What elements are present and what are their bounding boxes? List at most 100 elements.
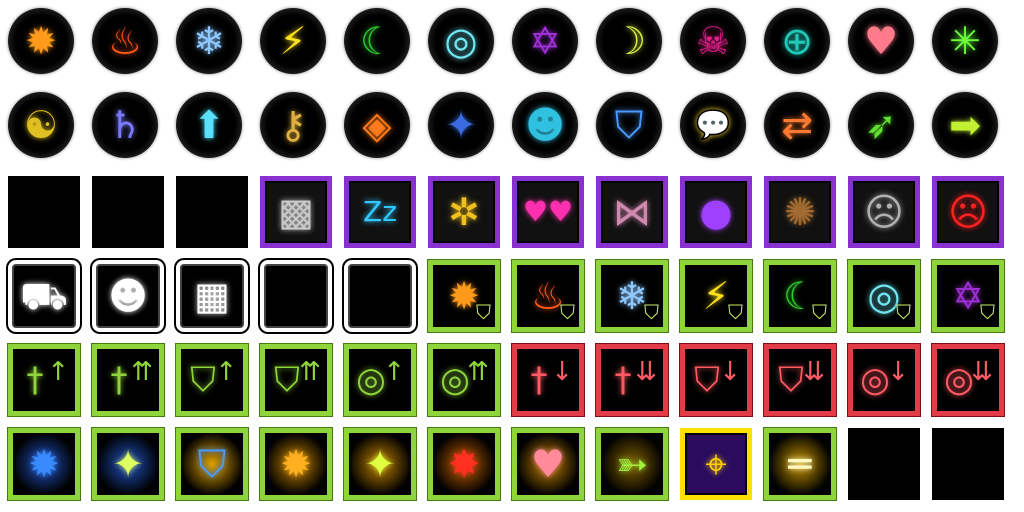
radiant-heart-icon: ♥ [530,442,566,486]
up-arrow-sparkle-icon: ⬆ [193,103,225,147]
wind-crescent-icon: ☾ [359,19,395,63]
icon-tile-empty-slot [8,176,80,248]
orange-slash-burst-icon: ✹ [25,19,57,63]
chain-net-icon: ⋈ [613,190,651,234]
icon-tile-blue-burst-orb-icon: ✹ [8,428,80,500]
arrow-up-icon: ⇈ [299,357,321,387]
right-arrow-icon: ➡ [949,103,981,147]
pentagram-seal-icon: ✡ [529,19,561,63]
cyan-rings-icon: ◎ [444,19,478,63]
teal-ring-target-icon: ⊕ [781,19,813,63]
defense-down-2-icon: ⛉ [778,360,804,400]
icon-tile-attack-up-icon: † ↑ [8,344,80,416]
attack-up-icon: † [26,360,44,400]
icon-tile-zzz-sleep-icon: Zz [344,176,416,248]
radiant-burst-icon: ✹ [280,442,312,486]
icon-tile-green-sparkle-icon: ✳ [932,8,998,74]
icon-tile-golden-shield-orb-icon: ⛉ [176,428,248,500]
fire-icon: ♨ [107,19,143,63]
icon-tile-teal-ring-target-icon: ⊕ [764,8,830,74]
icon-tile-ring-up-2-icon: ◎ ⇈ [428,344,500,416]
icon-tile-snowflake-shield-icon: ❄ ⛉ [596,260,668,332]
icon-tile-empty-slot [92,176,164,248]
icon-tile-moon-stars-icon: ☽ [596,8,662,74]
icon-tile-yin-yang-swirl-icon: ☯ [8,92,74,158]
icon-tile-rings-shield-icon: ◎ ⛉ [848,260,920,332]
swap-people-icon: ⇄ [781,103,813,147]
ring-down-2-icon: ◎ [944,360,974,400]
arrow-up-icon: ↑ [215,357,237,387]
icon-tile-gray-person-icon: ☹ [848,176,920,248]
arrow-aura-icon: ➳ [616,442,648,486]
checker-wave-icon: ▩ [278,190,314,234]
icon-tile-pink-hearts-icon: ♥♥ [512,176,584,248]
icon-tile-orange-diamonds-icon: ◈ [344,92,410,158]
ring-up-icon: ◎ [356,360,386,400]
icon-tile-key-icon: ⚷ [260,92,326,158]
icon-tile-ring-up-icon: ◎ ↑ [344,344,416,416]
skull-icon: ☠ [695,19,731,63]
shopping-cart-icon: ⛟ [20,274,68,318]
icon-tile-cat-faces-icon: ☻ [512,92,578,158]
icon-tile-lightning-icon: ⚡ [260,8,326,74]
crosshair-burst-icon: ⌖ [705,442,727,486]
defense-up-2-icon: ⛉ [274,360,300,400]
brown-splat-icon: ✺ [784,190,816,234]
icon-tile-snowflake-icon: ❄ [176,8,242,74]
icon-tile-radiant-sparkle-icon: ✦ [344,428,416,500]
icon-sprite-sheet: ✹ ♨ ❄ ⚡ ☾ ◎ ✡ ☽ ☠ ⊕ ♥ ✳ ☯ ♄ ⬆ ⚷ ◈ ✦ ☻ ⛉ 💬 ⇄ ➶ ➡ ▩ Zz ✲ ♥♥ ⋈ ● ✺ ☹ ☹ ⛟ ☻ ▦ ✹ ⛉… [0,0,1024,512]
golden-beam-icon: ═ [788,442,812,486]
icon-tile-crosshair-burst-icon: ⌖ [680,428,752,500]
icon-tile-arrow-aura-icon: ➳ [596,428,668,500]
lightning-icon: ⚡ [279,19,307,63]
icon-tile-tornado-stars-icon: ✲ [428,176,500,248]
shield-badge-icon: ⛉ [476,300,491,324]
shield-badge-icon: ⛉ [812,300,827,324]
icon-tile-red-person-icon: ☹ [932,176,1004,248]
zzz-sleep-icon: Zz [363,195,397,228]
defense-down-icon: ⛉ [694,360,720,400]
icon-tile-empty-slot [176,176,248,248]
explosion-icon: ✸ [448,442,480,486]
arrow-down-icon: ↓ [551,357,573,387]
icon-tile-ring-down-2-icon: ◎ ⇊ [932,344,1004,416]
icon-tile-demon-face-icon: ☻ [92,260,164,332]
icon-tile-fire-shield-icon: ♨ ⛉ [512,260,584,332]
lightning-shield-icon: ⚡ [702,274,730,318]
icon-tile-pentagram-shield-icon: ✡ ⛉ [932,260,1004,332]
tornado-stars-icon: ✲ [448,190,480,234]
icon-tile-speech-bubble-icon: 💬 [680,92,746,158]
icon-tile-checker-wave-icon: ▩ [260,176,332,248]
shield-badge-icon: ⛉ [980,300,995,324]
icon-tile-pentagram-seal-icon: ✡ [512,8,578,74]
arrow-up-icon: ⇈ [131,357,153,387]
running-man-icon: ➶ [865,103,897,147]
saturn-symbol-icon: ♄ [107,103,143,147]
arrow-down-icon: ⇊ [635,357,657,387]
icon-tile-heart-icon: ♥ [848,8,914,74]
icon-tile-running-man-icon: ➶ [848,92,914,158]
pink-hearts-icon: ♥♥ [522,195,574,228]
gray-person-icon: ☹ [864,190,904,234]
defense-up-icon: ⛉ [190,360,216,400]
icon-tile-defense-up-icon: ⛉ ↑ [176,344,248,416]
icon-tile-attack-down-2-icon: † ⇊ [596,344,668,416]
arrow-down-icon: ↓ [887,357,909,387]
icon-tile-empty-slot [848,428,920,500]
blue-sparkle-orb-icon: ✦ [112,442,144,486]
shield-icon: ⛉ [614,103,644,147]
icon-tile-up-arrow-sparkle-icon: ⬆ [176,92,242,158]
qr-grid-icon: ▦ [194,274,230,318]
icon-tile-chain-net-icon: ⋈ [596,176,668,248]
key-icon: ⚷ [279,103,307,147]
icon-tile-blue-compass-icon: ✦ [428,92,494,158]
blue-compass-icon: ✦ [445,103,477,147]
icon-tile-blank-white-frame [260,260,332,332]
icon-tile-radiant-burst-icon: ✹ [260,428,332,500]
shield-badge-icon: ⛉ [896,300,911,324]
icon-tile-orange-slash-burst-icon: ✹ [8,8,74,74]
yin-yang-swirl-icon: ☯ [23,103,59,147]
arrow-up-icon: ⇈ [467,357,489,387]
speech-bubble-icon: 💬 [695,108,731,141]
arrow-down-icon: ⇊ [971,357,993,387]
